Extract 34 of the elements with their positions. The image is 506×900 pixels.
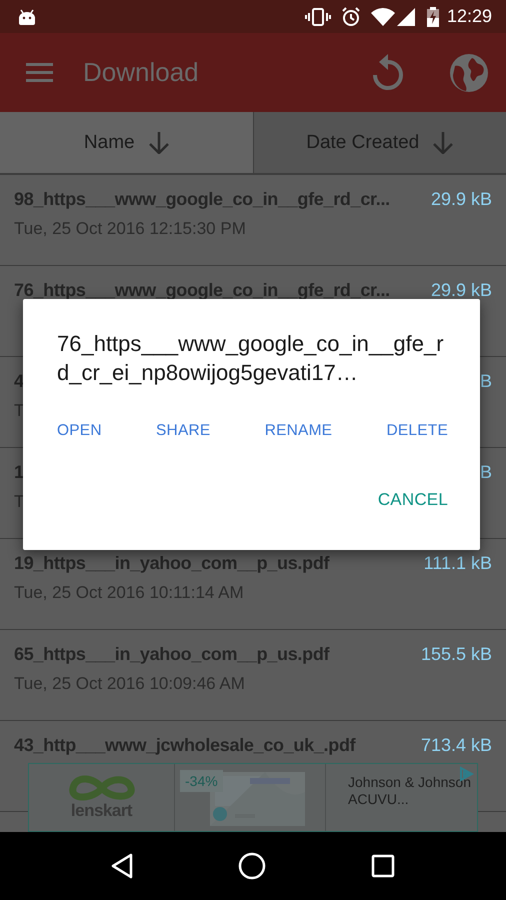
battery-icon [426, 6, 439, 26]
dialog-title: 76_https___www_google_co_in__gfe_rd_cr_ei_np8owijog5gevati17… [56, 330, 445, 387]
clock-time: 12:29 [446, 6, 492, 27]
signal-icon [396, 8, 415, 26]
refresh-icon[interactable] [372, 54, 404, 91]
back-icon[interactable] [110, 853, 133, 879]
sort-tab[interactable]: Date Created [252, 112, 506, 175]
cancel-button[interactable]: CANCEL [366, 482, 460, 518]
dialog-action-button[interactable]: SHARE [144, 414, 222, 448]
down-arrow-icon [433, 132, 454, 154]
discount-badge: -34% [180, 770, 223, 792]
menu-icon[interactable] [26, 63, 53, 82]
file-size: B [480, 371, 492, 392]
down-arrow-icon [148, 132, 169, 154]
infinity-logo-icon [68, 774, 136, 800]
android-icon [18, 8, 36, 24]
sort-tab[interactable]: Name [0, 112, 252, 175]
alarm-icon [340, 6, 361, 26]
dialog-action-button[interactable]: DELETE [374, 414, 460, 448]
file-size: 29.9 kB [430, 280, 492, 301]
home-icon[interactable] [238, 852, 266, 880]
file-size: 155.5 kB [420, 644, 492, 665]
dialog-action-button[interactable]: RENAME [252, 414, 344, 448]
file-size: 713.4 kB [420, 735, 492, 756]
wifi-icon [370, 8, 395, 26]
recents-icon[interactable] [371, 854, 396, 878]
file-size: B [480, 462, 492, 483]
file-size: 111.1 kB [424, 553, 492, 574]
file-size: 29.9 kB [430, 189, 492, 210]
toolbar-title: Download [83, 57, 200, 88]
globe-icon[interactable] [450, 54, 488, 92]
ad-text[interactable]: Johnson & Johnson ACUVU... [326, 764, 477, 831]
dialog-action-button[interactable]: OPEN [45, 414, 114, 448]
vibrate-icon [304, 8, 331, 26]
